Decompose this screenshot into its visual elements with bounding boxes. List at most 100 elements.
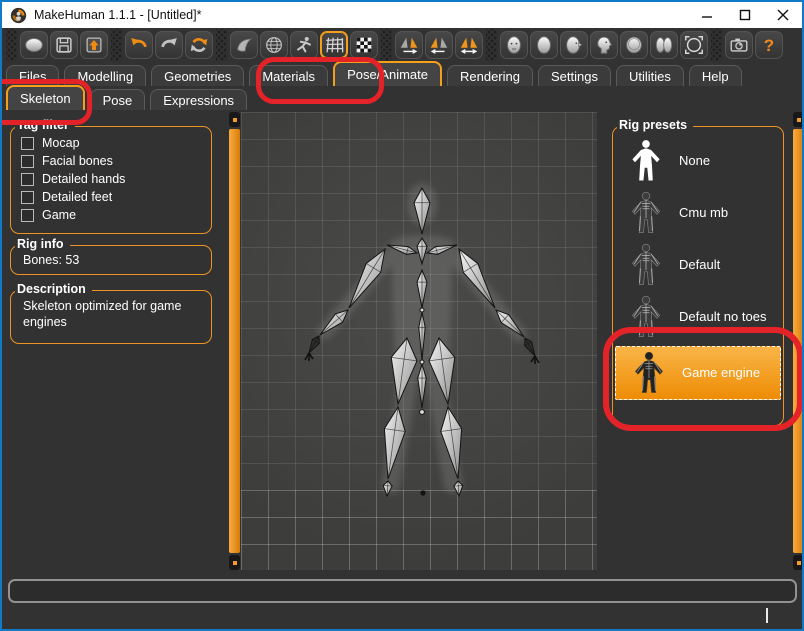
detailed-feet-checkbox[interactable] [21, 191, 34, 204]
screenshot-button[interactable] [725, 31, 753, 59]
symmetry-left-icon [428, 34, 450, 56]
reload-button[interactable] [185, 31, 213, 59]
facial-bones-label: Facial bones [42, 154, 113, 168]
preset-none[interactable]: None [613, 135, 783, 187]
checkbox-row-facial-bones[interactable]: Facial bones [11, 152, 211, 170]
tab-rendering[interactable]: Rendering [447, 65, 533, 86]
load-button[interactable] [80, 31, 108, 59]
tab-files[interactable]: Files [6, 65, 59, 86]
tab-modelling[interactable]: Modelling [64, 65, 146, 86]
tab-pose-animate[interactable]: Pose/Animate [333, 61, 442, 86]
skeleton-icon [323, 34, 345, 56]
frame-view-button[interactable] [680, 31, 708, 59]
splitter-bar[interactable] [229, 129, 240, 553]
rig-info-group: Rig info Bones: 53 [10, 245, 212, 275]
help-button[interactable]: ? [755, 31, 783, 59]
pose-button[interactable] [290, 31, 318, 59]
3d-viewport[interactable] [241, 112, 597, 570]
detailed-hands-checkbox[interactable] [21, 173, 34, 186]
face-view-button[interactable] [500, 31, 528, 59]
toolbar-separator [6, 29, 17, 61]
maximize-button[interactable] [726, 2, 764, 28]
splitter-handle[interactable] [229, 555, 240, 570]
tab-settings[interactable]: Settings [538, 65, 611, 86]
symmetry-left-button[interactable] [425, 31, 453, 59]
skeleton-figure-icon [629, 242, 663, 288]
description-title: Description [15, 282, 92, 296]
description-text: Skeleton optimized for game engines [11, 291, 199, 330]
rig-presets-title: Rig presets [617, 118, 693, 132]
progress-bar [8, 579, 797, 603]
splitter-bar[interactable] [793, 129, 804, 553]
screenshot-icon [728, 34, 750, 56]
texture-icon [353, 34, 375, 56]
tab-materials[interactable]: Materials [249, 65, 328, 86]
preset-label: Game engine [682, 365, 774, 381]
wireframe-button[interactable] [260, 31, 288, 59]
three-quarter-view-icon [563, 34, 585, 56]
texture-button[interactable] [350, 31, 378, 59]
detailed-hands-label: Detailed hands [42, 172, 125, 186]
preset-label: Default [679, 257, 771, 273]
tab-skeleton[interactable]: Skeleton [6, 85, 85, 110]
sphere-view-icon [623, 34, 645, 56]
symmetry-right-icon [398, 34, 420, 56]
splitter-handle[interactable] [793, 112, 804, 127]
tab-expressions[interactable]: Expressions [150, 89, 247, 110]
redo-button[interactable] [155, 31, 183, 59]
save-button[interactable] [50, 31, 78, 59]
dual-view-icon [653, 34, 675, 56]
tab-help[interactable]: Help [689, 65, 742, 86]
undo-button[interactable] [125, 31, 153, 59]
three-quarter-view-button[interactable] [560, 31, 588, 59]
splitter-handle[interactable] [793, 555, 804, 570]
redo-icon [158, 34, 180, 56]
preset-game-engine[interactable]: Game engine [615, 346, 781, 400]
checkbox-row-game[interactable]: Game [11, 206, 211, 224]
minimize-icon [701, 9, 713, 21]
facial-bones-checkbox[interactable] [21, 155, 34, 168]
toolbar-separator [711, 29, 722, 61]
skeleton-button[interactable] [320, 31, 348, 59]
save-icon [53, 34, 75, 56]
minimize-button[interactable] [688, 2, 726, 28]
sub-tab-bar: Skeleton Pose Expressions [6, 88, 247, 110]
tab-geometries[interactable]: Geometries [151, 65, 244, 86]
face-view-icon [503, 34, 525, 56]
preset-default-no-toes[interactable]: Default no toes [613, 291, 783, 343]
splitter-handle[interactable] [229, 112, 240, 127]
checkbox-row-mocap[interactable]: Mocap [11, 134, 211, 152]
window-title: MakeHuman 1.1.1 - [Untitled]* [34, 8, 201, 22]
mocap-checkbox[interactable] [21, 137, 34, 150]
preset-default[interactable]: Default [613, 239, 783, 291]
reload-icon [188, 34, 210, 56]
tab-utilities[interactable]: Utilities [616, 65, 684, 86]
game-checkbox[interactable] [21, 209, 34, 222]
checkbox-row-detailed-feet[interactable]: Detailed feet [11, 188, 211, 206]
sphere-view-button[interactable] [620, 31, 648, 59]
head-view-button[interactable] [530, 31, 558, 59]
checkbox-row-detailed-hands[interactable]: Detailed hands [11, 170, 211, 188]
right-panel-splitter[interactable] [793, 112, 804, 570]
wireframe-icon [263, 34, 285, 56]
tab-pose[interactable]: Pose [90, 89, 146, 110]
new-mesh-button[interactable] [20, 31, 48, 59]
toolbar-separator [381, 29, 392, 61]
smooth-icon [233, 34, 255, 56]
preset-label: None [679, 153, 771, 169]
left-panel-splitter[interactable] [229, 112, 240, 570]
profile-view-button[interactable] [590, 31, 618, 59]
symmetry-right-button[interactable] [395, 31, 423, 59]
frame-view-icon [683, 34, 705, 56]
symmetry-both-button[interactable] [455, 31, 483, 59]
preset-cmu-mb[interactable]: Cmu mb [613, 187, 783, 239]
load-icon [83, 34, 105, 56]
smooth-button[interactable] [230, 31, 258, 59]
dual-view-button[interactable] [650, 31, 678, 59]
makehuman-window: MakeHuman 1.1.1 - [Untitled]* [0, 0, 804, 631]
toolbar-separator [111, 29, 122, 61]
close-button[interactable] [764, 2, 802, 28]
mocap-label: Mocap [42, 136, 80, 150]
pose-icon [293, 34, 315, 56]
skeleton-figure [241, 112, 597, 570]
